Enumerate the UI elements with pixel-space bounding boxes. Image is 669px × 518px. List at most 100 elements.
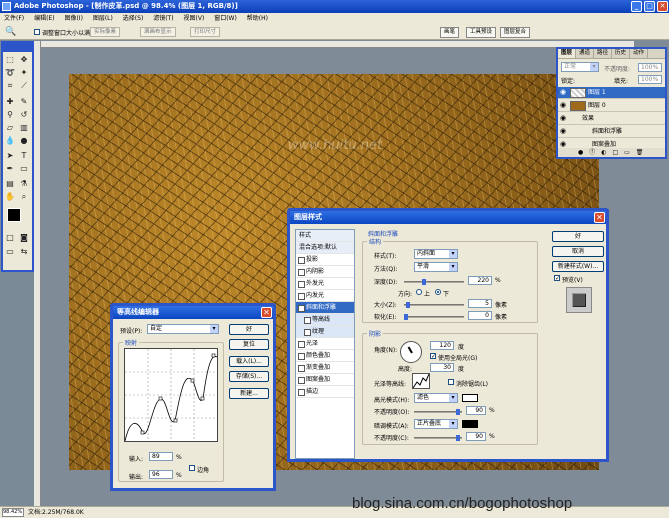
close-icon[interactable]: ✕ (594, 212, 605, 223)
foreground-color-swatch[interactable] (7, 208, 21, 222)
path-select-icon[interactable]: ➤ (5, 151, 15, 161)
quick-mask-icon[interactable]: ◙ (19, 233, 29, 243)
zoom-tool-icon[interactable]: 🔍 (5, 27, 16, 37)
tab-paths[interactable]: 路径 (594, 49, 613, 58)
close-button[interactable]: ✕ (657, 1, 668, 12)
layer-row-0[interactable]: ◉ 图层 0 (558, 100, 665, 112)
blur-tool-icon[interactable]: 💧 (5, 136, 15, 146)
global-light-checkbox[interactable]: ✓ (430, 353, 436, 360)
gloss-contour-thumbnail[interactable] (412, 373, 430, 389)
visibility-eye-icon[interactable]: ◉ (560, 126, 566, 137)
eyedropper-tool-icon[interactable]: ⚗ (19, 179, 29, 189)
dodge-tool-icon[interactable]: ● (19, 136, 29, 146)
gradient-tool-icon[interactable]: ▥ (19, 123, 29, 133)
eraser-tool-icon[interactable]: ▱ (5, 123, 15, 133)
anti-alias-checkbox[interactable] (448, 379, 454, 385)
print-size-button[interactable]: 打印尺寸 (190, 27, 221, 37)
size-slider-knob[interactable] (406, 302, 410, 308)
bevel-style-select[interactable]: 内斜面 (414, 249, 458, 259)
fit-screen-button[interactable]: 满画布显示 (140, 27, 176, 37)
maximize-button[interactable]: □ (644, 1, 655, 12)
highlight-opacity-field[interactable]: 90 (466, 406, 486, 415)
clone-stamp-icon[interactable]: ⚲ (5, 110, 15, 120)
slice-tool-icon[interactable]: ⟋ (19, 81, 29, 91)
highlight-opacity-slider[interactable] (414, 409, 462, 415)
new-style-button[interactable]: 新建样式(W)... (552, 261, 604, 272)
shadow-opacity-slider[interactable] (414, 435, 462, 441)
history-brush-icon[interactable]: ↺ (19, 110, 29, 120)
move-tool-icon[interactable]: ✥ (19, 55, 29, 65)
notes-tool-icon[interactable]: ▤ (5, 179, 15, 189)
highlight-mode-select[interactable]: 滤色 (414, 393, 458, 403)
load-button[interactable]: 载入(L)... (229, 356, 269, 367)
altitude-field[interactable]: 30 (430, 363, 454, 372)
effect-pattern-row[interactable]: ◉ 图案叠加 (558, 139, 665, 148)
hand-tool-icon[interactable]: ✋ (5, 192, 15, 202)
tab-channels[interactable]: 通道 (576, 49, 595, 58)
zoom-level-field[interactable]: 98.42% (2, 508, 24, 517)
size-slider[interactable] (404, 302, 464, 308)
output-field[interactable]: 96 (149, 470, 173, 479)
tab-tool-presets[interactable]: 工具预设 (466, 27, 497, 38)
jump-to-imageready-icon[interactable]: ⇆ (19, 247, 29, 257)
menu-help[interactable]: 帮助(H) (247, 15, 268, 22)
cancel-button[interactable]: 取消 (552, 246, 604, 257)
style-list-item-selected[interactable]: 斜面和浮雕 (296, 302, 354, 314)
new-button[interactable]: 新建... (229, 388, 269, 399)
depth-slider[interactable] (404, 279, 464, 285)
highlight-opacity-knob[interactable] (456, 409, 460, 415)
zoom-tool-box-icon[interactable]: ⌕ (19, 192, 29, 202)
direction-up-radio[interactable] (416, 289, 422, 295)
shadow-opacity-knob[interactable] (456, 435, 460, 441)
technique-select[interactable]: 平滑 (414, 262, 458, 272)
menu-select[interactable]: 选择(S) (123, 15, 144, 22)
style-list-item[interactable]: 渐变叠加 (296, 362, 354, 374)
preview-checkbox[interactable]: ✓ (554, 275, 560, 282)
ok-button[interactable]: 好 (552, 231, 604, 242)
tab-actions[interactable]: 动作 (630, 49, 649, 58)
angle-field[interactable]: 120 (430, 341, 454, 350)
style-list-item[interactable]: 内发光 (296, 290, 354, 302)
healing-brush-icon[interactable]: ✚ (5, 97, 15, 107)
screen-mode-icon[interactable]: ▭ (5, 247, 15, 257)
style-list-item[interactable]: 颜色叠加 (296, 350, 354, 362)
style-list-item[interactable]: 样式 (296, 230, 354, 242)
preset-select[interactable]: 自定 (147, 324, 219, 334)
ok-button[interactable]: 好 (229, 324, 269, 335)
shape-tool-icon[interactable]: ▭ (19, 164, 29, 174)
shadow-mode-select[interactable]: 正片叠底 (414, 419, 458, 429)
reset-button[interactable]: 复位 (229, 339, 269, 350)
menu-layer[interactable]: 图层(L) (93, 15, 113, 22)
magic-wand-tool-icon[interactable]: ✦ (19, 68, 29, 78)
style-list-item[interactable]: 纹理 (296, 326, 354, 338)
style-list-item[interactable]: 混合选项:默认 (296, 242, 354, 254)
tab-layer-comps[interactable]: 图层复合 (500, 27, 531, 38)
tab-brushes[interactable]: 画笔 (440, 27, 460, 38)
minimize-button[interactable]: _ (631, 1, 642, 12)
contour-graph[interactable] (124, 348, 218, 442)
shadow-opacity-field[interactable]: 90 (466, 432, 486, 441)
fill-field[interactable]: 100% (638, 75, 662, 84)
effect-bevel-row[interactable]: ◉ 斜面和浮雕 (558, 126, 665, 138)
depth-slider-knob[interactable] (422, 279, 426, 285)
shadow-color-swatch[interactable] (462, 420, 478, 428)
visibility-eye-icon[interactable]: ◉ (560, 87, 566, 98)
style-list-item[interactable]: 内阴影 (296, 266, 354, 278)
visibility-eye-icon[interactable]: ◉ (560, 113, 566, 124)
menu-edit[interactable]: 编辑(E) (34, 15, 54, 22)
style-list-item[interactable]: 等高线 (296, 314, 354, 326)
close-icon[interactable]: ✕ (261, 307, 272, 318)
style-list-item[interactable]: 图案叠加 (296, 374, 354, 386)
tab-layers[interactable]: 图层 (558, 49, 577, 58)
angle-dial[interactable] (400, 341, 422, 363)
effects-row[interactable]: ◉ 效果 (558, 113, 665, 125)
layers-bottom-toolbar[interactable]: ●ⓕ◐□▭🗑 (558, 148, 665, 157)
tab-history[interactable]: 历史 (612, 49, 631, 58)
menu-image[interactable]: 图像(I) (64, 15, 82, 22)
style-list-item[interactable]: 描边 (296, 386, 354, 398)
corner-checkbox[interactable] (189, 465, 195, 471)
direction-down-radio[interactable] (435, 289, 441, 295)
resize-window-checkbox[interactable] (34, 29, 40, 35)
pen-tool-icon[interactable]: ✒ (5, 164, 15, 174)
soften-slider[interactable] (404, 314, 464, 320)
